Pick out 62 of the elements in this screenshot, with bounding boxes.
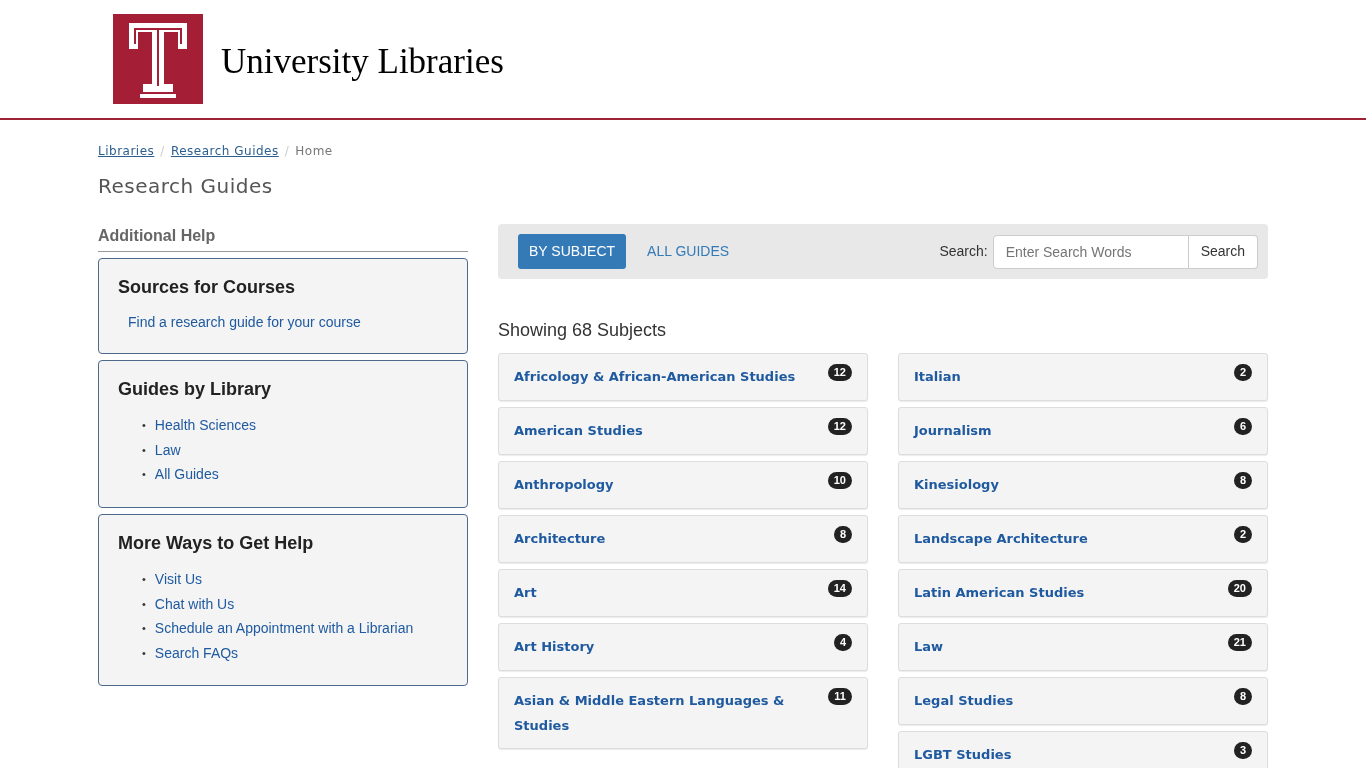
guide-count: 8 <box>1233 472 1252 489</box>
subject-link[interactable]: Journalism <box>914 418 992 443</box>
site-title: University Libraries <box>221 40 504 83</box>
breadcrumb-current: Home <box>295 143 333 160</box>
search-label: Search: <box>939 242 988 261</box>
subject-link[interactable]: Italian <box>914 364 961 389</box>
guide-count: 21 <box>1227 634 1252 651</box>
bullet: • <box>142 572 146 588</box>
panel-link[interactable]: Chat with Us <box>154 591 235 617</box>
subject-link[interactable]: American Studies <box>514 418 643 443</box>
panel-link[interactable]: Visit Us <box>154 567 203 592</box>
subject-link[interactable]: Landscape Architecture <box>914 526 1088 551</box>
guide-count: 4 <box>833 634 852 651</box>
guide-count: 8 <box>1233 688 1252 705</box>
panel-title: Sources for Courses <box>118 277 297 299</box>
panel-title: Guides by Library <box>118 378 273 401</box>
subject-link[interactable]: LGBT Studies <box>914 742 1012 767</box>
breadcrumb-separator: / <box>160 143 165 160</box>
bullet: • <box>142 621 146 637</box>
subject-link[interactable]: Anthropology <box>514 472 614 497</box>
subject-count-heading: Showing 68 Subjects <box>498 319 668 342</box>
bullet: • <box>142 418 146 434</box>
bullet: • <box>142 645 146 661</box>
bullet: • <box>142 442 146 458</box>
tab[interactable]: ALL GUIDES <box>636 234 741 269</box>
page-title: Research Guides <box>98 174 274 198</box>
panel-link[interactable]: All Guides <box>154 462 219 487</box>
search-field[interactable]: Enter Search Words <box>992 234 1189 269</box>
subject-link[interactable]: Art <box>514 580 537 605</box>
panel-link[interactable]: Health Sciences <box>154 413 257 438</box>
panel-title: More Ways to Get Help <box>118 532 315 555</box>
search-button[interactable]: Search <box>1188 234 1258 269</box>
bullet: • <box>142 596 146 612</box>
panel-link[interactable]: Schedule an Appointment with a Librarian <box>154 616 414 641</box>
tab[interactable]: BY SUBJECT <box>518 234 627 269</box>
guide-count: 10 <box>827 472 852 489</box>
guide-count: 12 <box>827 418 852 435</box>
subject-link[interactable]: Art History <box>514 634 595 659</box>
guide-count: 8 <box>833 526 852 543</box>
subject-link[interactable]: Kinesiology <box>914 472 999 497</box>
breadcrumb-separator: / <box>284 143 290 160</box>
subject-link[interactable]: Latin American Studies <box>914 580 1085 605</box>
guide-count: 6 <box>1233 418 1252 435</box>
subject-link[interactable]: Africology & African-American Studies <box>514 364 796 389</box>
panel-link[interactable]: Law <box>154 437 181 463</box>
breadcrumb-link[interactable]: Research Guides <box>170 142 279 160</box>
guide-count: 20 <box>1227 580 1252 597</box>
panel-link[interactable]: Find a research guide for your course <box>128 311 361 333</box>
guide-count: 11 <box>828 688 852 705</box>
guide-count: 14 <box>827 580 852 597</box>
sidebar-heading: Additional Help <box>98 224 468 252</box>
subject-link[interactable]: Asian & Middle Eastern Languages & Studies <box>514 688 814 738</box>
guide-count: 2 <box>1233 526 1252 543</box>
guide-count: 3 <box>1233 742 1252 759</box>
bullet: • <box>142 467 146 483</box>
guide-count: 2 <box>1233 364 1252 381</box>
subject-link[interactable]: Law <box>914 634 944 659</box>
guide-count: 12 <box>827 364 852 381</box>
subject-link[interactable]: Architecture <box>514 526 606 551</box>
subject-link[interactable]: Legal Studies <box>914 688 1014 713</box>
breadcrumb-link[interactable]: Libraries <box>98 142 155 160</box>
panel-link[interactable]: Search FAQs <box>154 640 239 666</box>
